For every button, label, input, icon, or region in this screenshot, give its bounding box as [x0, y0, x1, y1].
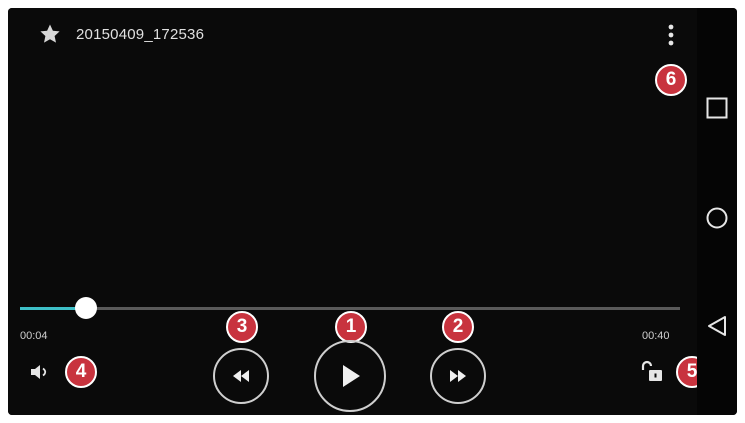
screenshot-frame: 20150409_172536 6 00:04 00:40 3 1 2 4 5 [0, 0, 745, 423]
callout-1: 1 [335, 311, 367, 343]
callout-6: 6 [655, 64, 687, 96]
play-button[interactable] [314, 340, 386, 412]
callout-3: 3 [226, 311, 258, 343]
fast-forward-icon [450, 370, 466, 382]
total-duration: 00:40 [642, 330, 670, 342]
video-title: 20150409_172536 [76, 25, 205, 43]
callout-2: 2 [442, 311, 474, 343]
device-screen: 20150409_172536 6 00:04 00:40 3 1 2 4 5 [8, 8, 737, 415]
navigation-bar [697, 8, 737, 415]
play-icon [343, 365, 360, 387]
seek-bar[interactable] [20, 297, 680, 319]
square-icon[interactable] [705, 96, 729, 120]
rewind-icon [233, 370, 249, 382]
callout-4: 4 [65, 356, 97, 388]
more-vertical-icon[interactable] [661, 22, 681, 50]
star-icon[interactable] [38, 22, 62, 46]
title-row: 20150409_172536 [38, 22, 204, 46]
rewind-button[interactable] [213, 348, 269, 404]
unlock-icon[interactable] [640, 360, 666, 384]
circle-icon[interactable] [705, 206, 729, 230]
video-area[interactable]: 20150409_172536 6 00:04 00:40 3 1 2 4 5 [8, 8, 708, 415]
fast-forward-button[interactable] [430, 348, 486, 404]
triangle-back-icon[interactable] [705, 314, 729, 338]
speaker-icon[interactable] [28, 361, 50, 383]
seek-thumb[interactable] [75, 297, 97, 319]
elapsed-time: 00:04 [20, 330, 48, 342]
